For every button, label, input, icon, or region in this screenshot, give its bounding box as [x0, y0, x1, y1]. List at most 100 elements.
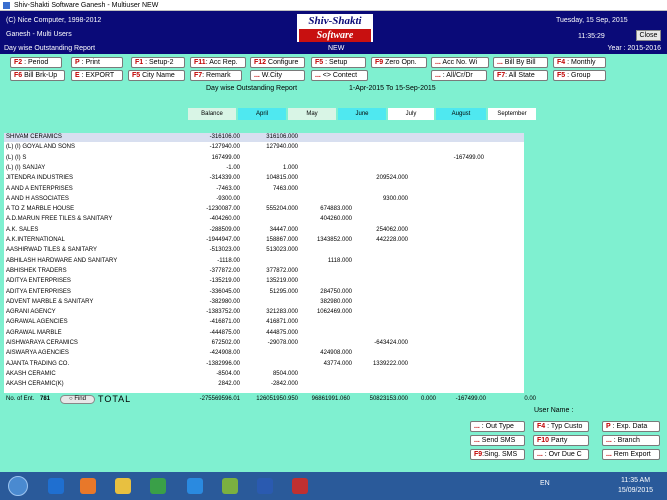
cell-bal: -416871.00: [209, 319, 240, 326]
party-name: (L) (I) SANJAY: [6, 164, 46, 171]
table-row[interactable]: (L) (I) GOYAL AND SONS -127940.00 127940.0…: [4, 143, 524, 152]
table-row[interactable]: (L) (I) S 167499.00 -167499.00: [4, 154, 524, 163]
table-row[interactable]: ABHISHEK TRADERS -377872.00 377872.000: [4, 267, 524, 276]
acc-rep-button[interactable]: F11: Acc Rep.: [190, 57, 246, 68]
chrome-icon[interactable]: [150, 478, 166, 494]
bill-breakup-button[interactable]: F6 Bill Brk-Up: [10, 70, 65, 81]
find-button[interactable]: ○ Find: [60, 395, 95, 404]
table-row[interactable]: AGRAWAL MARBLE -444875.00 444875.000: [4, 329, 524, 338]
bill-by-bill-button[interactable]: ... Bill By Bill: [493, 57, 548, 68]
internet-explorer-icon[interactable]: [48, 478, 64, 494]
cell-bal: -316106.00: [209, 134, 240, 140]
close-button[interactable]: Close: [636, 30, 661, 41]
column-header-july: July: [388, 108, 434, 120]
app-shortcut-icon[interactable]: [222, 478, 238, 494]
file-explorer-icon[interactable]: [115, 478, 131, 494]
cell-bal: -9300.00: [216, 195, 240, 202]
cell-bal: -1944947.00: [206, 237, 240, 243]
table-row[interactable]: AISHWARAYA CERAMICS 672502.00 -29078.000 -6…: [4, 339, 524, 348]
out-type-button[interactable]: ... : Out Type: [470, 421, 525, 432]
table-row[interactable]: A AND A ENTERPRISES -7463.00 7463.000: [4, 185, 524, 194]
system-clock[interactable]: 11:35 AM 15/09/2015: [618, 476, 653, 496]
browser-icon[interactable]: [187, 478, 203, 494]
outstanding-table[interactable]: SHIVAM CERAMICS -316106.00 316106.000 (L) (…: [4, 133, 524, 393]
entries-count: 781: [40, 396, 51, 402]
rem-export-button[interactable]: ... Rem Export: [602, 449, 660, 460]
cell-may: 424908.000: [320, 350, 352, 357]
cell-apr: 316106.000: [266, 134, 298, 140]
single-sms-button[interactable]: F9:Sing. SMS: [470, 449, 525, 460]
zero-opn-button[interactable]: F9 Zero Opn.: [371, 57, 427, 68]
window-title-bar: Shiv-Shakti Software Ganesh - Multiuser …: [0, 0, 667, 11]
acc-no-wise-button[interactable]: ... Acc No. Wi: [431, 57, 489, 68]
send-sms-button[interactable]: ... Send SMS: [470, 435, 525, 446]
print-button[interactable]: P : Print: [71, 57, 123, 68]
window-title: Shiv-Shakti Software Ganesh - Multiuser …: [14, 2, 159, 9]
cell-jun: 254062.000: [376, 226, 408, 233]
group-button[interactable]: F5 : Group: [553, 70, 606, 81]
table-row[interactable]: JITENDRA INDUSTRIES -314339.00 104815.000 2…: [4, 174, 524, 183]
all-state-button[interactable]: F7: All State: [493, 70, 548, 81]
app-header: (C) Nice Computer, 1998-2012 Ganesh - Mu…: [0, 11, 667, 44]
table-row[interactable]: SHIVAM CERAMICS -316106.00 316106.000: [4, 133, 524, 142]
windows-start-icon[interactable]: [8, 476, 28, 496]
table-row[interactable]: ADITYA ENTERPRISES -135219.00 135219.000: [4, 277, 524, 286]
party-name: AGRAWAL MARBLE: [6, 329, 62, 336]
export-button[interactable]: E : EXPORT: [71, 70, 123, 81]
word-icon[interactable]: [257, 478, 273, 494]
entries-label: No. of Ent.: [6, 396, 35, 402]
remark-button[interactable]: F7: Remark: [190, 70, 242, 81]
over-due-button[interactable]: ... : Ovr Due C: [533, 449, 589, 460]
table-row[interactable]: ABHILASH HARDWARE AND SANITARY -1118.00 11…: [4, 257, 524, 266]
configure-button[interactable]: F12 Configure: [250, 57, 305, 68]
cell-may: 1062469.000: [316, 309, 352, 316]
monthly-button[interactable]: F4 : Monthly: [553, 57, 606, 68]
table-row[interactable]: AGRANI AGENCY -1383752.00 321283.000 106246…: [4, 308, 524, 317]
firefox-icon[interactable]: [80, 478, 96, 494]
table-row[interactable]: AKASH CERAMIC(K) 2842.00 -2842.000: [4, 380, 524, 389]
language-indicator[interactable]: EN: [540, 480, 550, 487]
cell-may: 43774.000: [323, 360, 352, 367]
table-row[interactable]: AASHIRWAD TILES & SANITARY -513023.00 5130…: [4, 246, 524, 255]
table-row[interactable]: AISWARYA AGENCIES -424908.00 424908.000: [4, 349, 524, 358]
cell-bal: -404260.00: [209, 216, 240, 223]
column-header-april: April: [238, 108, 286, 120]
exp-data-button[interactable]: P : Exp. Data: [602, 421, 660, 432]
typ-custo-button[interactable]: F4 : Typ Custo: [533, 421, 589, 432]
shiv-shakti-taskbar-icon[interactable]: [292, 478, 308, 494]
cell-bal: 167499.00: [211, 154, 240, 161]
table-row[interactable]: A TO Z MARBLE HOUSE -1230087.00 555204.000…: [4, 205, 524, 214]
cell-apr: 127940.000: [266, 144, 298, 151]
table-row[interactable]: A AND H ASSOCIATES -9300.00 9300.000: [4, 195, 524, 204]
cell-apr: 555204.000: [266, 206, 298, 213]
period-button[interactable]: F2 : Period: [10, 57, 62, 68]
table-row[interactable]: (L) (I) SANJAY -1.00 1.000: [4, 164, 524, 173]
party-name: AJANTA TRADING CO.: [6, 360, 70, 367]
party-name: ABHISHEK TRADERS: [6, 267, 67, 274]
cell-aug: -167499.00: [453, 154, 484, 161]
party-name: AISWARYA AGENCIES: [6, 350, 69, 357]
setup-button[interactable]: F5 : Setup: [311, 57, 366, 68]
column-header-balance: Balance: [188, 108, 236, 120]
cell-may: 674883.000: [320, 206, 352, 213]
contact-button[interactable]: ... <> Contect: [311, 70, 368, 81]
branch-button[interactable]: ... : Branch: [602, 435, 660, 446]
total-june: 50823153.000: [369, 396, 408, 402]
table-row[interactable]: A.K. SALES -288509.00 34447.000 254062.000: [4, 226, 524, 235]
table-row[interactable]: ADVENT MARBLE & SANITARY -382980.00 382980…: [4, 298, 524, 307]
setup2-button[interactable]: F1 : Setup-2: [131, 57, 185, 68]
cell-may: 1118.000: [327, 257, 352, 264]
table-row[interactable]: ADITYA ENTERPRISES -336045.00 51295.000 284…: [4, 288, 524, 297]
table-row[interactable]: AGRAWAL AGENCIES -416871.00 416871.000: [4, 318, 524, 327]
table-row[interactable]: AKASH CERAMIC -8504.00 8504.000: [4, 370, 524, 379]
w-city-button[interactable]: ... W.City: [250, 70, 305, 81]
table-row[interactable]: A.K.INTERNATIONAL -1944947.00 158867.000 13…: [4, 236, 524, 245]
all-cr-dr-button[interactable]: ... : All/Cr/Dr: [431, 70, 487, 81]
party-name: A TO Z MARBLE HOUSE: [6, 206, 75, 213]
cell-bal: -336045.00: [209, 288, 240, 295]
city-name-button[interactable]: F5 City Name: [128, 70, 185, 81]
table-row[interactable]: A.D.MARUN FREE TILES & SANITARY -404260.0…: [4, 215, 524, 224]
party-button[interactable]: F10 Party: [533, 435, 589, 446]
cell-bal: -1118.00: [217, 257, 240, 264]
table-row[interactable]: AJANTA TRADING CO. -1382996.00 43774.000 13…: [4, 360, 524, 369]
